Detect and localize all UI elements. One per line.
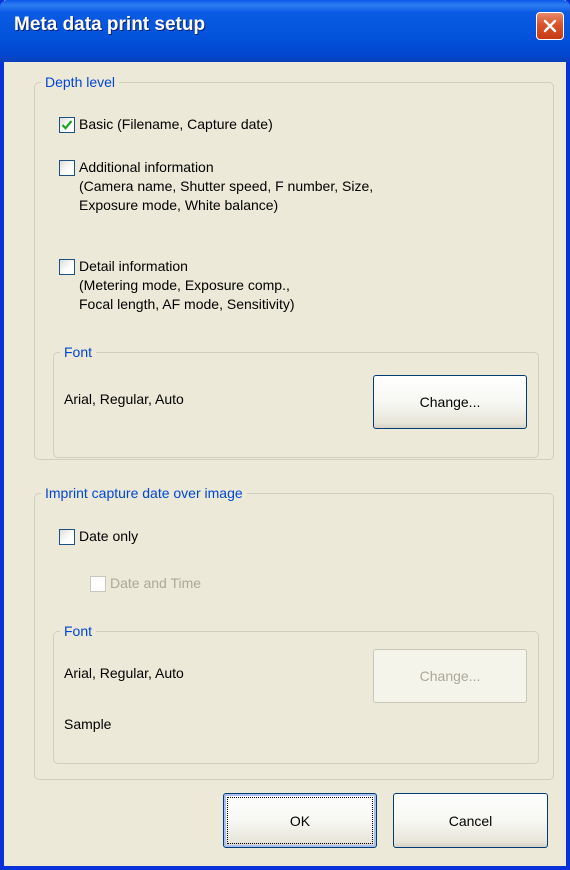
cancel-button[interactable]: Cancel — [393, 793, 548, 848]
imprint-font-change-button[interactable]: Change... — [373, 649, 527, 703]
ok-button[interactable]: OK — [223, 793, 377, 848]
close-button[interactable] — [536, 12, 564, 40]
date-only-checkbox[interactable] — [59, 529, 75, 545]
imprint-font-group: Font Arial, Regular, Auto Change... Samp… — [53, 622, 539, 764]
date-only-option[interactable]: Date only — [59, 528, 139, 546]
title-bar[interactable]: Meta data print setup — [0, 0, 570, 62]
sample-text: Sample — [64, 716, 112, 732]
depth-level-label: Depth level — [41, 73, 120, 91]
check-icon — [61, 120, 73, 130]
depth-font-value: Arial, Regular, Auto — [64, 391, 184, 407]
additional-option-label: Additional information (Camera name, Shu… — [79, 159, 374, 213]
date-time-option[interactable]: Date and Time — [90, 575, 202, 593]
dialog-window: Meta data print setup Depth level Basic … — [0, 0, 570, 870]
window-title: Meta data print setup — [14, 14, 206, 35]
imprint-font-value: Arial, Regular, Auto — [64, 665, 184, 681]
additional-option[interactable]: Additional information (Camera name, Shu… — [59, 159, 374, 215]
additional-checkbox[interactable] — [59, 160, 75, 176]
date-time-checkbox[interactable] — [90, 576, 106, 592]
dialog-body: Depth level Basic (Filename, Capture dat… — [4, 62, 566, 866]
date-time-label: Date and Time — [110, 575, 202, 591]
close-icon — [543, 19, 557, 33]
detail-checkbox[interactable] — [59, 259, 75, 275]
detail-option-label: Detail information (Metering mode, Expos… — [79, 258, 295, 312]
imprint-label: Imprint capture date over image — [41, 484, 247, 502]
date-only-label: Date only — [79, 528, 139, 544]
imprint-font-label: Font — [60, 622, 97, 640]
depth-level-group: Depth level Basic (Filename, Capture dat… — [34, 73, 554, 460]
imprint-group: Imprint capture date over image Date onl… — [34, 484, 554, 780]
depth-font-change-button[interactable]: Change... — [373, 375, 527, 429]
basic-checkbox[interactable] — [59, 117, 75, 133]
depth-font-group: Font Arial, Regular, Auto Change... — [53, 343, 539, 458]
depth-font-label: Font — [60, 343, 97, 361]
detail-option[interactable]: Detail information (Metering mode, Expos… — [59, 258, 295, 314]
basic-option[interactable]: Basic (Filename, Capture date) — [59, 116, 273, 134]
basic-option-label: Basic (Filename, Capture date) — [79, 116, 273, 132]
